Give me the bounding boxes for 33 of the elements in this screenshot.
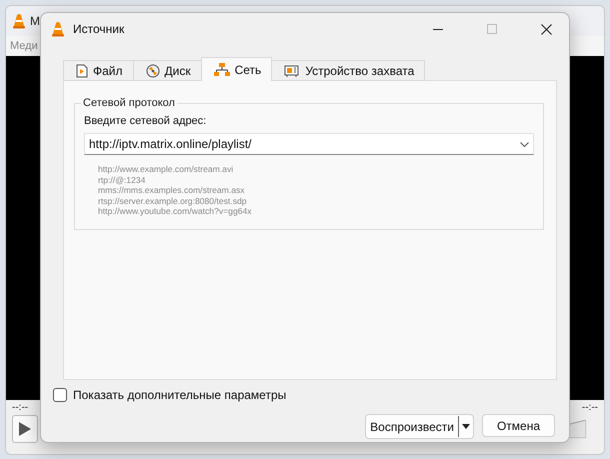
capture-card-icon [284, 64, 300, 78]
dialog-title: Источник [73, 22, 126, 36]
tab[interactable]: Сеть [200, 57, 272, 81]
disc-icon [146, 64, 160, 78]
chevron-down-icon [520, 142, 529, 146]
maximize-icon [487, 24, 497, 34]
cancel-button[interactable]: Отмена [482, 414, 555, 437]
checkbox[interactable] [53, 388, 67, 402]
window-title: M [30, 14, 40, 28]
example-url: http://www.youtube.com/watch?v=gg64x [98, 206, 253, 217]
caret-icon [462, 424, 470, 429]
tab[interactable]: Диск [132, 60, 202, 81]
address-combobox[interactable]: http://iptv.matrix.online/playlist/ [84, 133, 534, 155]
tab[interactable]: Файл [63, 60, 134, 81]
cone-icon [12, 13, 26, 29]
cone-icon [51, 21, 65, 37]
network-icon [214, 62, 230, 76]
close-icon [540, 24, 552, 34]
elapsed-time: --:-- [12, 402, 28, 413]
checkbox-label: Показать дополнительные параметры [73, 388, 286, 402]
field-label: Введите сетевой адрес: [84, 115, 208, 127]
minimize-icon [433, 28, 443, 30]
tab[interactable]: Устройство захвата [271, 60, 426, 81]
group-title: Сетевой протокол [82, 97, 176, 109]
example-url: http://www.example.com/stream.avi [98, 164, 234, 175]
example-url: mms://mms.examples.com/stream.asx [98, 185, 246, 196]
total-time: --:-- [582, 402, 598, 413]
example-url: rtp://@:1234 [98, 174, 146, 186]
example-url: rtsp://server.example.org:8080/test.sdp [98, 196, 248, 206]
play-button[interactable] [12, 415, 38, 443]
play-button[interactable]: Воспроизвести [366, 416, 459, 437]
play-icon [19, 422, 31, 436]
file-icon [76, 64, 88, 78]
